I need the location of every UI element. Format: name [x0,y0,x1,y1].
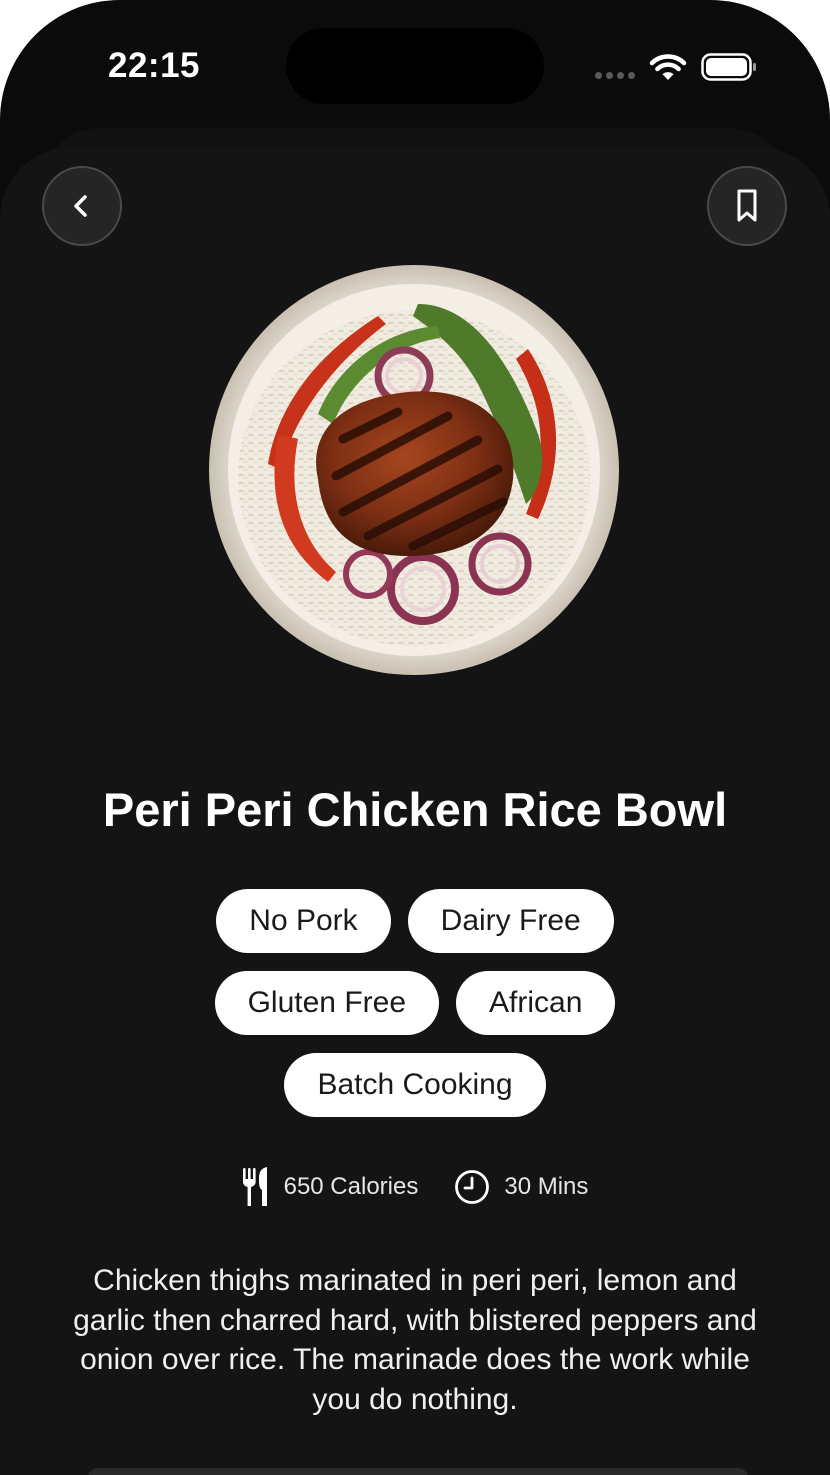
bottom-panel-edge [88,1468,748,1475]
tag-gluten-free[interactable]: Gluten Free [214,971,440,1035]
battery-icon [701,53,757,86]
tag-no-pork[interactable]: No Pork [216,889,391,953]
recipe-image [209,265,619,675]
tag-african[interactable]: African [456,971,616,1035]
phone-screen: 22:15 Peri Peri Chicken Rice Bowl No Por… [0,0,830,1475]
calories-text: 650 Calories [283,1173,419,1200]
tag-dairy-free[interactable]: Dairy Free [407,889,614,953]
dynamic-island [286,28,544,104]
tag-batch-cooking[interactable]: Batch Cooking [284,1053,546,1117]
recipe-title: Peri Peri Chicken Rice Bowl [102,783,728,836]
time-text: 30 Mins [504,1173,589,1200]
fork-knife-icon [242,1167,267,1206]
status-time: 22:15 [108,46,201,85]
cellular-signal-icon [595,72,635,79]
tag-list: No Pork Dairy Free Gluten Free African B… [0,889,830,1135]
back-button[interactable] [42,166,122,246]
bookmark-icon [737,189,757,222]
calories-info: 650 Calories [242,1166,419,1208]
chevron-left-icon [74,195,87,217]
recipe-meta: 650 Calories 30 Mins [0,1166,830,1208]
time-info: 30 Mins [454,1169,588,1205]
recipe-description: Chicken thighs marinated in peri peri, l… [73,1264,757,1416]
wifi-icon [649,52,687,87]
bookmark-button[interactable] [707,166,787,246]
clock-icon [455,1170,490,1204]
